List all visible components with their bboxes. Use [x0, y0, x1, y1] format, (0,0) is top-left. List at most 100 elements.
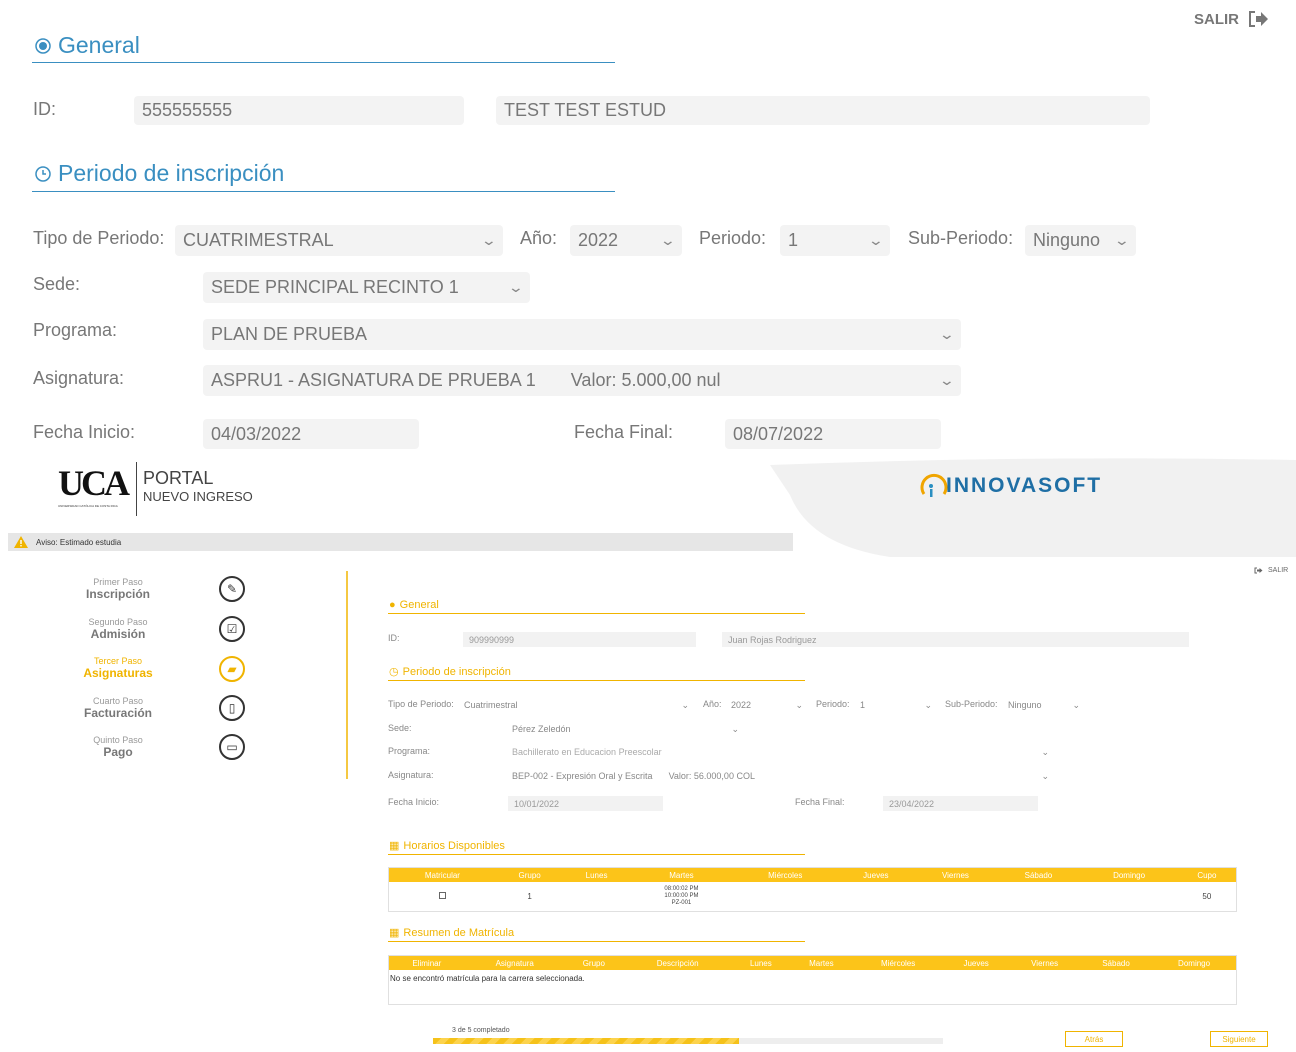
col-domingo: Domingo	[1152, 956, 1236, 970]
chevron-down-icon: ⌄	[924, 699, 932, 710]
sede-select-small[interactable]: Pérez Zeledón ⌄	[508, 722, 743, 736]
chevron-down-icon: ⌄	[659, 232, 677, 248]
logout-label: SALIR	[1194, 10, 1239, 28]
progress-fill	[433, 1038, 739, 1044]
sede-select[interactable]: SEDE PRINCIPAL RECINTO 1 ⌄	[203, 272, 530, 303]
chevron-down-icon: ⌄	[1041, 746, 1049, 757]
chevron-down-icon: ⌄	[480, 232, 498, 248]
programa-label-small: Programa:	[388, 746, 431, 756]
fecha-inicio-label-small: Fecha Inicio:	[388, 797, 440, 807]
fecha-final-field-small[interactable]: 23/04/2022	[883, 796, 1038, 811]
miercoles-cell	[733, 882, 837, 910]
logout-button-small[interactable]: SALIR	[1254, 567, 1288, 574]
step-asignaturas[interactable]: Tercer Paso Asignaturas	[58, 656, 178, 680]
matricular-checkbox[interactable]	[438, 891, 446, 899]
chevron-down-icon: ⌄	[867, 232, 885, 248]
id-field[interactable]: 555555555	[134, 96, 464, 125]
col-lunes: Lunes	[732, 956, 790, 970]
fecha-inicio-field-small[interactable]: 10/01/2022	[508, 796, 663, 811]
document-icon[interactable]: ▯	[219, 695, 245, 721]
asignatura-select-small[interactable]: BEP-002 - Expresión Oral y Escrita Valor:…	[508, 769, 1053, 783]
atras-button[interactable]: Atrás	[1065, 1031, 1123, 1047]
fecha-inicio-label: Fecha Inicio:	[33, 422, 136, 442]
col-martes: Martes	[629, 868, 734, 882]
chevron-down-icon: ⌄	[731, 723, 739, 734]
book-icon[interactable]: ▰	[219, 656, 245, 682]
chevron-down-icon: ⌄	[938, 326, 956, 342]
horarios-section-title: ▦ Horarios Disponibles	[389, 839, 505, 853]
col-lunes: Lunes	[563, 868, 630, 882]
step-inscripcion[interactable]: Primer Paso Inscripción	[58, 577, 178, 601]
chevron-down-icon: ⌄	[938, 372, 956, 388]
chevron-down-icon: ⌄	[795, 699, 803, 710]
asignatura-select[interactable]: ASPRU1 - ASIGNATURA DE PRUEBA 1 Valor: 5.…	[203, 365, 961, 396]
chevron-down-icon: ⌄	[1113, 232, 1131, 248]
dot-icon: ●	[389, 599, 396, 611]
resumen-divider	[388, 941, 805, 942]
logo-divider	[136, 462, 137, 516]
col-grupo: Grupo	[564, 956, 623, 970]
tipo-select-small[interactable]: Cuatrimestral ⌄	[460, 698, 693, 712]
subperiodo-label-small: Sub-Periodo:	[945, 699, 998, 709]
anio-label-small: Año:	[703, 699, 722, 709]
asignatura-label: Asignatura:	[33, 368, 125, 388]
col-descripcion: Descripción	[622, 956, 733, 970]
check-box-icon[interactable]: ☑	[219, 616, 245, 642]
chevron-down-icon: ⌄	[681, 699, 689, 710]
table-row: 1 08:00:02 PM 10:00:00 PM PZ-001 50	[389, 882, 1236, 910]
general-section-title: General	[34, 32, 140, 59]
periodo-label: Periodo:	[699, 228, 767, 248]
id-field-small[interactable]: 909990999	[463, 632, 696, 647]
pencil-icon[interactable]: ✎	[219, 576, 245, 602]
tipo-label-small: Tipo de Periodo:	[388, 699, 454, 709]
programa-select-small[interactable]: Bachillerato en Educacion Preescolar ⌄	[508, 745, 1053, 759]
list-icon: ▦	[389, 927, 400, 939]
tipo-select[interactable]: CUATRIMESTRAL ⌄	[175, 225, 503, 256]
periodo-select-small[interactable]: 1 ⌄	[856, 698, 936, 712]
programa-select[interactable]: PLAN DE PRUEBA ⌄	[203, 319, 961, 350]
sede-label: Sede:	[33, 274, 81, 294]
step-pago[interactable]: Quinto Paso Pago	[58, 735, 178, 759]
fecha-final-field[interactable]: 08/07/2022	[725, 419, 941, 449]
calendar-icon: ▦	[389, 840, 400, 852]
col-domingo: Domingo	[1080, 868, 1178, 882]
portal-title: PORTAL	[143, 468, 214, 488]
portal-subtitle: NUEVO INGRESO	[143, 489, 253, 504]
name-field-small[interactable]: Juan Rojas Rodriguez	[722, 632, 1189, 647]
tipo-label: Tipo de Periodo:	[33, 228, 165, 248]
id-label: ID:	[33, 99, 57, 119]
siguiente-button[interactable]: Siguiente	[1210, 1031, 1268, 1047]
header-swoosh	[770, 458, 1296, 557]
horarios-divider	[388, 854, 805, 855]
progress-label: 3 de 5 completado	[452, 1027, 510, 1034]
logout-button[interactable]: SALIR	[1194, 10, 1269, 28]
step-admision[interactable]: Segundo Paso Admisión	[58, 617, 178, 641]
col-asignatura: Asignatura	[464, 956, 565, 970]
card-icon[interactable]: ▭	[219, 734, 245, 760]
progress-bar	[433, 1038, 943, 1044]
sede-label-small: Sede:	[388, 723, 412, 733]
chevron-down-icon: ⌄	[1041, 770, 1049, 781]
steps-divider	[346, 571, 348, 779]
step-facturacion[interactable]: Cuarto Paso Facturación	[58, 696, 178, 720]
uca-logo: UCA UNIVERSIDAD CATÓLICA DE COSTA RICA	[58, 463, 130, 508]
clock-icon: ◷	[389, 666, 399, 678]
subperiodo-select-small[interactable]: Ninguno ⌄	[1004, 698, 1084, 712]
col-cupo: Cupo	[1177, 868, 1236, 882]
fecha-final-label: Fecha Final:	[574, 422, 674, 442]
anio-select-small[interactable]: 2022 ⌄	[727, 698, 807, 712]
id-label-small: ID:	[388, 633, 400, 643]
resumen-table: Eliminar Asignatura Grupo Descripción Lu…	[388, 955, 1237, 1005]
col-matricular: Matricular	[389, 868, 496, 882]
col-jueves: Jueves	[837, 868, 915, 882]
fecha-inicio-field[interactable]: 04/03/2022	[203, 419, 419, 449]
subperiodo-label: Sub-Periodo:	[908, 228, 1014, 248]
general-divider	[32, 62, 615, 63]
periodo-select[interactable]: 1 ⌄	[780, 225, 890, 256]
col-sabado: Sábado	[1079, 956, 1153, 970]
warning-icon	[14, 536, 28, 548]
col-miercoles: Miércoles	[733, 868, 838, 882]
subperiodo-select[interactable]: Ninguno ⌄	[1025, 225, 1136, 256]
anio-select[interactable]: 2022 ⌄	[570, 225, 682, 256]
name-field[interactable]: TEST TEST ESTUD	[496, 96, 1150, 125]
